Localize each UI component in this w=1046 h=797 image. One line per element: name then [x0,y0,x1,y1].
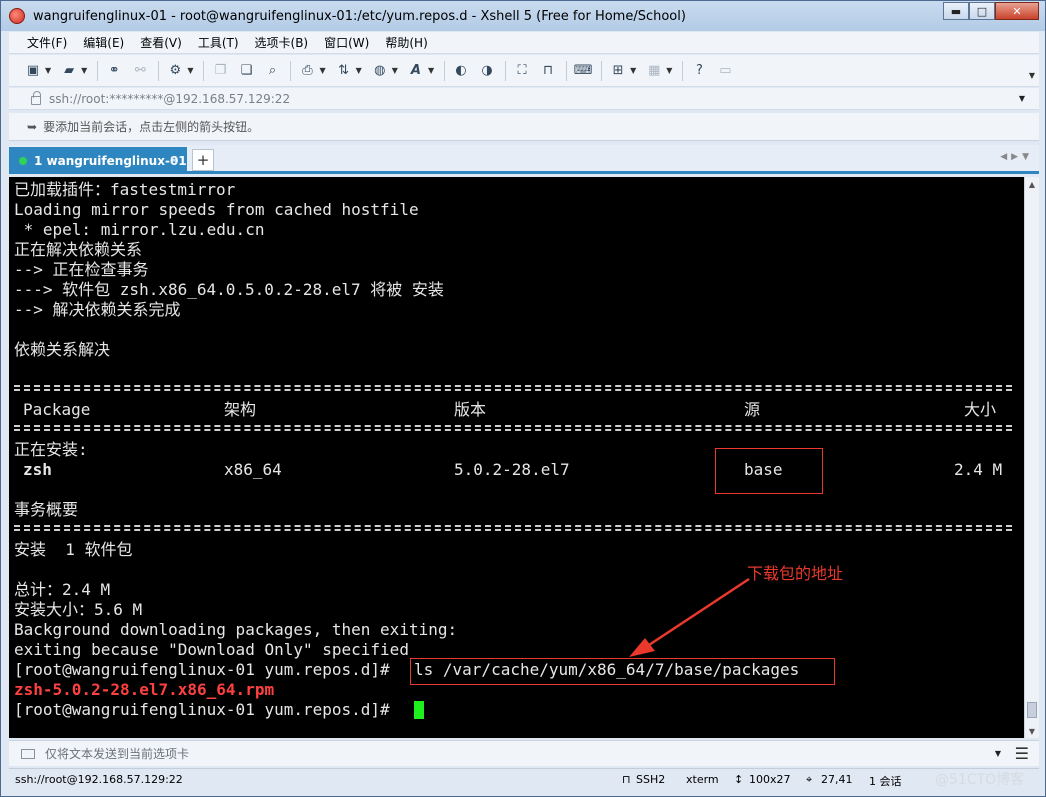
cursor-position-icon: ⌖ [806,773,813,786]
keyboard-icon[interactable]: ⌨ [573,61,593,81]
status-sessions: 1 会话 [869,775,902,788]
toolbar-divider [444,60,446,81]
open-folder-icon[interactable]: ▰ [59,61,79,81]
toolbar-divider [97,60,99,81]
toolbar: ▣ ▼ ▰ ▼ ⚭ ⚯ ⚙ ▼ ❐ ❏ ⌕ ⎙ ▼ ⇅ ▼ ◍ ▼ A ▼ ◐ … [9,55,1039,87]
resize-icon: ↕ [734,773,744,786]
minimize-button[interactable]: ▬ [943,2,969,20]
connected-status-icon [19,156,27,165]
new-session-icon[interactable]: ▣ [23,61,43,81]
menu-tab[interactable]: 选项卡(B) [255,34,309,51]
chevron-down-icon[interactable]: ▼ [666,66,672,75]
chevron-down-icon[interactable]: ▼ [995,749,1001,758]
copy-icon[interactable]: ❐ [210,61,230,81]
chevron-down-icon[interactable]: ▼ [392,66,398,75]
lock-icon [31,91,41,105]
menu-icon[interactable]: ☰ [1015,744,1029,763]
address-bar[interactable]: ssh://root:*********@192.168.57.129:22 ▼ [9,88,1039,110]
menu-view[interactable]: 查看(V) [140,34,182,51]
toolbar-divider [505,60,507,81]
status-terminal-type: xterm [686,773,719,786]
status-cursor: 27,41 [821,773,853,786]
menu-file[interactable]: 文件(F) [27,34,67,51]
connect-icon[interactable]: ⚭ [104,61,124,81]
paste-icon[interactable]: ❏ [236,61,256,81]
tab-session[interactable]: 1 wangruifenglinux-01 × [9,147,187,174]
toolbar-divider [601,60,603,81]
menu-window[interactable]: 窗口(W) [324,34,369,51]
chat-icon[interactable]: ▭ [715,61,735,81]
scrollbar-thumb[interactable] [1027,702,1037,718]
find-icon[interactable]: ⌕ [262,61,282,81]
chevron-down-icon[interactable]: ▼ [45,66,51,75]
status-protocol: SSH2 [636,773,666,786]
terminal[interactable]: 已加载插件：fastestmirror Loading mirror speed… [9,177,1024,738]
disconnect-icon[interactable]: ⚯ [130,61,150,81]
terminal-scrollbar[interactable]: ▲ ▼ [1024,177,1039,738]
maximize-button[interactable]: □ [969,2,995,20]
tab-label: 1 wangruifenglinux-01 [34,153,187,168]
close-button[interactable]: ✕ [995,2,1039,20]
chevron-down-icon[interactable]: ▼ [428,66,434,75]
compose-icon [21,748,35,759]
chevron-down-icon[interactable]: ▼ [187,66,193,75]
toolbar-divider [682,60,684,81]
toolbar-divider [566,60,568,81]
window-title: wangruifenglinux-01 - root@wangruifengli… [33,8,686,24]
arrow-icon[interactable]: ➥ [27,120,37,134]
transfer-icon[interactable]: ⇅ [334,61,354,81]
toolbar-divider [158,60,160,81]
chevron-down-icon[interactable]: ▼ [630,66,636,75]
scroll-down-icon[interactable]: ▼ [1025,724,1039,738]
status-bar: ssh://root@192.168.57.129:22 ⊓ SSH2 xter… [9,768,1039,790]
menu-bar: 文件(F) 编辑(E) 查看(V) 工具(T) 选项卡(B) 窗口(W) 帮助(… [9,32,1039,54]
lock-icon[interactable]: ⊓ [538,61,558,81]
new-tab-icon[interactable]: ⊞ [608,61,628,81]
status-connection: ssh://root@192.168.57.129:22 [15,773,183,786]
tab-close-icon[interactable]: × [169,153,179,167]
address-text: ssh://root:*********@192.168.57.129:22 [49,91,291,106]
lock-icon: ⊓ [622,773,631,786]
toolbar-divider [203,60,205,81]
print-icon[interactable]: ⎙ [297,61,317,81]
tab-nav-arrows-icon[interactable]: ◀▶▼ [1000,152,1033,162]
status-size: 100x27 [749,773,791,786]
compose-placeholder: 仅将文本发送到当前选项卡 [45,747,190,761]
hint-text: 要添加当前会话，点击左侧的箭头按钮。 [43,120,260,134]
xmanager-icon[interactable]: ◑ [477,61,497,81]
font-icon[interactable]: A [406,61,426,81]
tab-bar: 1 wangruifenglinux-01 × + ◀▶▼ [9,145,1039,174]
annotation-label: 下载包的地址 [747,564,844,583]
menu-edit[interactable]: 编辑(E) [83,34,124,51]
fullscreen-icon[interactable]: ⛶ [512,61,532,81]
xshell-app-icon [9,8,25,24]
chevron-down-icon[interactable]: ▼ [319,66,325,75]
menu-tools[interactable]: 工具(T) [198,34,239,51]
scroll-up-icon[interactable]: ▲ [1025,177,1039,191]
toolbar-overflow-icon[interactable]: ▼ [1029,71,1035,80]
xftp-icon[interactable]: ◐ [451,61,471,81]
chevron-down-icon[interactable]: ▼ [81,66,87,75]
compose-bar[interactable]: 仅将文本发送到当前选项卡 ▼ ☰ [9,740,1039,766]
globe-icon[interactable]: ◍ [370,61,390,81]
chevron-down-icon[interactable]: ▼ [356,66,362,75]
watermark: @51CTO博客 [935,772,1025,788]
title-bar: wangruifenglinux-01 - root@wangruifengli… [1,1,1045,31]
help-icon[interactable]: ? [689,61,709,81]
session-hint-bar: ➥ 要添加当前会话，点击左侧的箭头按钮。 [9,113,1039,141]
add-tab-button[interactable]: + [192,149,214,171]
annotation-arrow-icon [629,577,750,657]
chevron-down-icon[interactable]: ▼ [1019,94,1025,103]
properties-icon[interactable]: ⚙ [165,61,185,81]
toolbar-divider [290,60,292,81]
layout-icon[interactable]: ▦ [644,61,664,81]
window-controls: ▬ □ ✕ [943,2,1039,20]
menu-help[interactable]: 帮助(H) [385,34,427,51]
xshell-window: wangruifenglinux-01 - root@wangruifengli… [0,0,1046,797]
